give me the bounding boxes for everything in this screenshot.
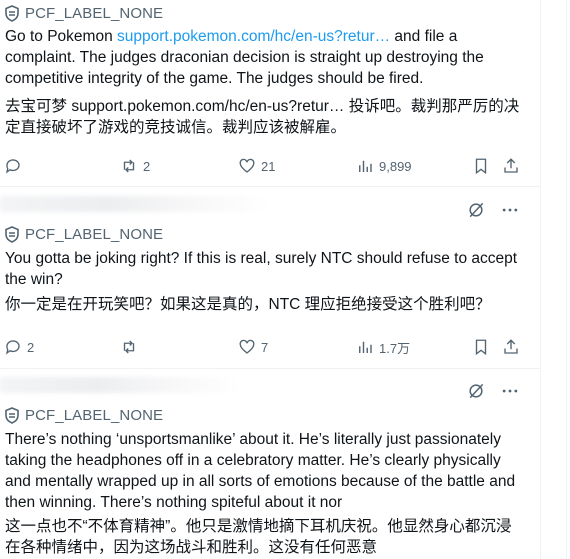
post-text-part: Go to Pokemon <box>5 28 118 45</box>
reply-icon <box>5 340 20 355</box>
like-button[interactable]: 21 <box>238 155 275 177</box>
share-button[interactable] <box>502 336 520 358</box>
post-translation: 去宝可梦 support.pokemon.com/hc/en-us?retur…… <box>5 96 525 138</box>
shield-label-icon <box>5 4 19 22</box>
blurred-header <box>0 377 240 393</box>
bookmark-button[interactable] <box>472 155 490 177</box>
post-text: You gotta be joking right? If this is re… <box>5 250 518 288</box>
scrollbar-track[interactable] <box>566 0 567 559</box>
timeline: PCF_LABEL_NONE Go to Pokemon support.pok… <box>0 0 540 559</box>
repost-button[interactable]: 2 <box>120 155 150 177</box>
bookmark-button[interactable] <box>472 336 490 358</box>
share-icon <box>504 339 518 354</box>
heart-icon <box>239 158 255 173</box>
bookmark-icon <box>475 158 487 175</box>
views-button[interactable]: 1.7万 <box>356 336 410 358</box>
post-top-actions <box>466 200 520 220</box>
like-button[interactable]: 7 <box>238 336 268 358</box>
reply-count: 2 <box>27 339 35 355</box>
post-label: PCF_LABEL_NONE <box>4 406 163 424</box>
share-button[interactable] <box>502 155 520 177</box>
divider <box>0 368 540 369</box>
views-button[interactable]: 9,899 <box>356 155 412 177</box>
post-actions: 2 21 9,899 <box>0 155 540 177</box>
like-count: 21 <box>261 158 276 174</box>
repost-button[interactable] <box>120 336 143 358</box>
views-icon <box>359 341 372 353</box>
reply-icon <box>5 159 20 174</box>
more-icon[interactable] <box>500 200 520 220</box>
repost-icon <box>123 159 135 173</box>
more-icon[interactable] <box>500 381 520 401</box>
divider <box>0 186 540 187</box>
views-icon <box>359 160 372 172</box>
blurred-header <box>0 196 270 212</box>
repost-count: 2 <box>143 158 151 174</box>
shield-label-icon <box>5 406 19 424</box>
post-label: PCF_LABEL_NONE <box>4 225 163 243</box>
post-label-text: PCF_LABEL_NONE <box>25 4 164 22</box>
post-label: PCF_LABEL_NONE <box>4 4 163 22</box>
post-translation: 你一定是在开玩笑吧？如果这是真的，NTC 理应拒绝接受这个胜利吧？ <box>5 296 491 313</box>
share-icon <box>504 158 518 173</box>
support-link[interactable]: support.pokemon.com/hc/en-us?retur… <box>117 28 390 45</box>
repost-icon <box>123 340 135 354</box>
translation-part: 去宝可梦 <box>5 98 72 115</box>
grok-icon[interactable] <box>466 381 486 401</box>
view-count: 9,899 <box>379 158 412 174</box>
post-translation: 这一点也不“不体育精神”。他只是激情地摘下耳机庆祝。他显然身心都沉浸在各种情绪中… <box>5 518 512 556</box>
column-border <box>540 0 541 559</box>
post-actions: 2 7 1.7万 <box>0 336 540 358</box>
reply-button[interactable] <box>4 155 27 177</box>
post-label-text: PCF_LABEL_NONE <box>25 406 164 424</box>
view-count: 1.7万 <box>379 340 411 356</box>
support-link-translated[interactable]: support.pokemon.com/hc/en-us?retur… <box>71 98 344 115</box>
heart-icon <box>239 339 255 354</box>
reply-button[interactable]: 2 <box>4 336 34 358</box>
shield-label-icon <box>5 225 19 243</box>
post-text: Go to Pokemon support.pokemon.com/hc/en-… <box>5 26 525 89</box>
grok-icon[interactable] <box>466 200 486 220</box>
post-text: There’s nothing ‘unsportsmanlike’ about … <box>5 431 516 511</box>
like-count: 7 <box>261 339 269 355</box>
post-top-actions <box>466 381 520 401</box>
post-label-text: PCF_LABEL_NONE <box>25 225 164 243</box>
bookmark-icon <box>475 339 487 356</box>
